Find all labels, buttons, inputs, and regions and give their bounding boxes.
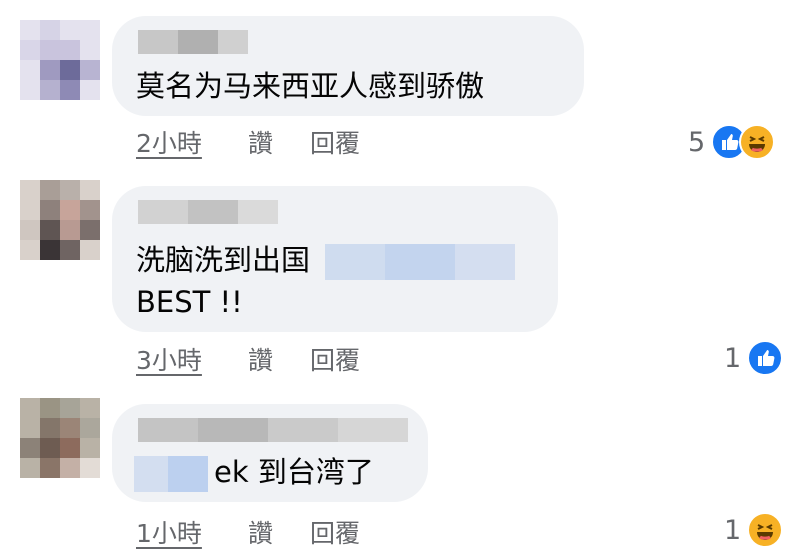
mention-blurred[interactable] [134,456,208,492]
comment-bubble: 洗脑洗到出国 BEST !! [112,186,558,332]
mention-blurred[interactable] [325,244,516,280]
reaction-count: 5 [688,126,706,158]
author-name-blurred[interactable] [138,30,248,54]
timestamp-link[interactable]: 1小時 [136,514,202,550]
author-name-blurred[interactable] [138,418,408,442]
avatar[interactable] [20,398,100,478]
reply-button[interactable]: 回覆 [310,514,360,550]
timestamp-link[interactable]: 3小時 [136,341,202,377]
comment-text: 莫名为马来西亚人感到骄傲 [136,69,485,103]
comment-text: BEST !! [136,285,243,319]
haha-icon [739,124,776,160]
reaction-summary[interactable]: 1 [724,340,784,376]
timestamp-link[interactable]: 2小時 [136,124,202,160]
comment-text: 洗脑洗到出国 [136,240,516,280]
like-button[interactable]: 讚 [248,514,273,550]
avatar[interactable] [20,20,100,100]
like-icon [747,340,784,376]
reply-button[interactable]: 回覆 [310,124,360,160]
author-name-blurred[interactable] [138,200,278,224]
comment-text: ek 到台湾了 [134,452,374,492]
reply-button[interactable]: 回覆 [310,341,360,377]
like-button[interactable]: 讚 [248,341,273,377]
comment-bubble: ek 到台湾了 [112,404,428,502]
avatar[interactable] [20,180,100,260]
reaction-summary[interactable]: 5 [688,124,776,160]
like-button[interactable]: 讚 [248,124,273,160]
reaction-count: 1 [724,514,742,546]
reaction-summary[interactable]: 1 [724,512,784,548]
reaction-count: 1 [724,342,742,374]
haha-icon [747,512,784,548]
comment-bubble: 莫名为马来西亚人感到骄傲 [112,16,584,116]
